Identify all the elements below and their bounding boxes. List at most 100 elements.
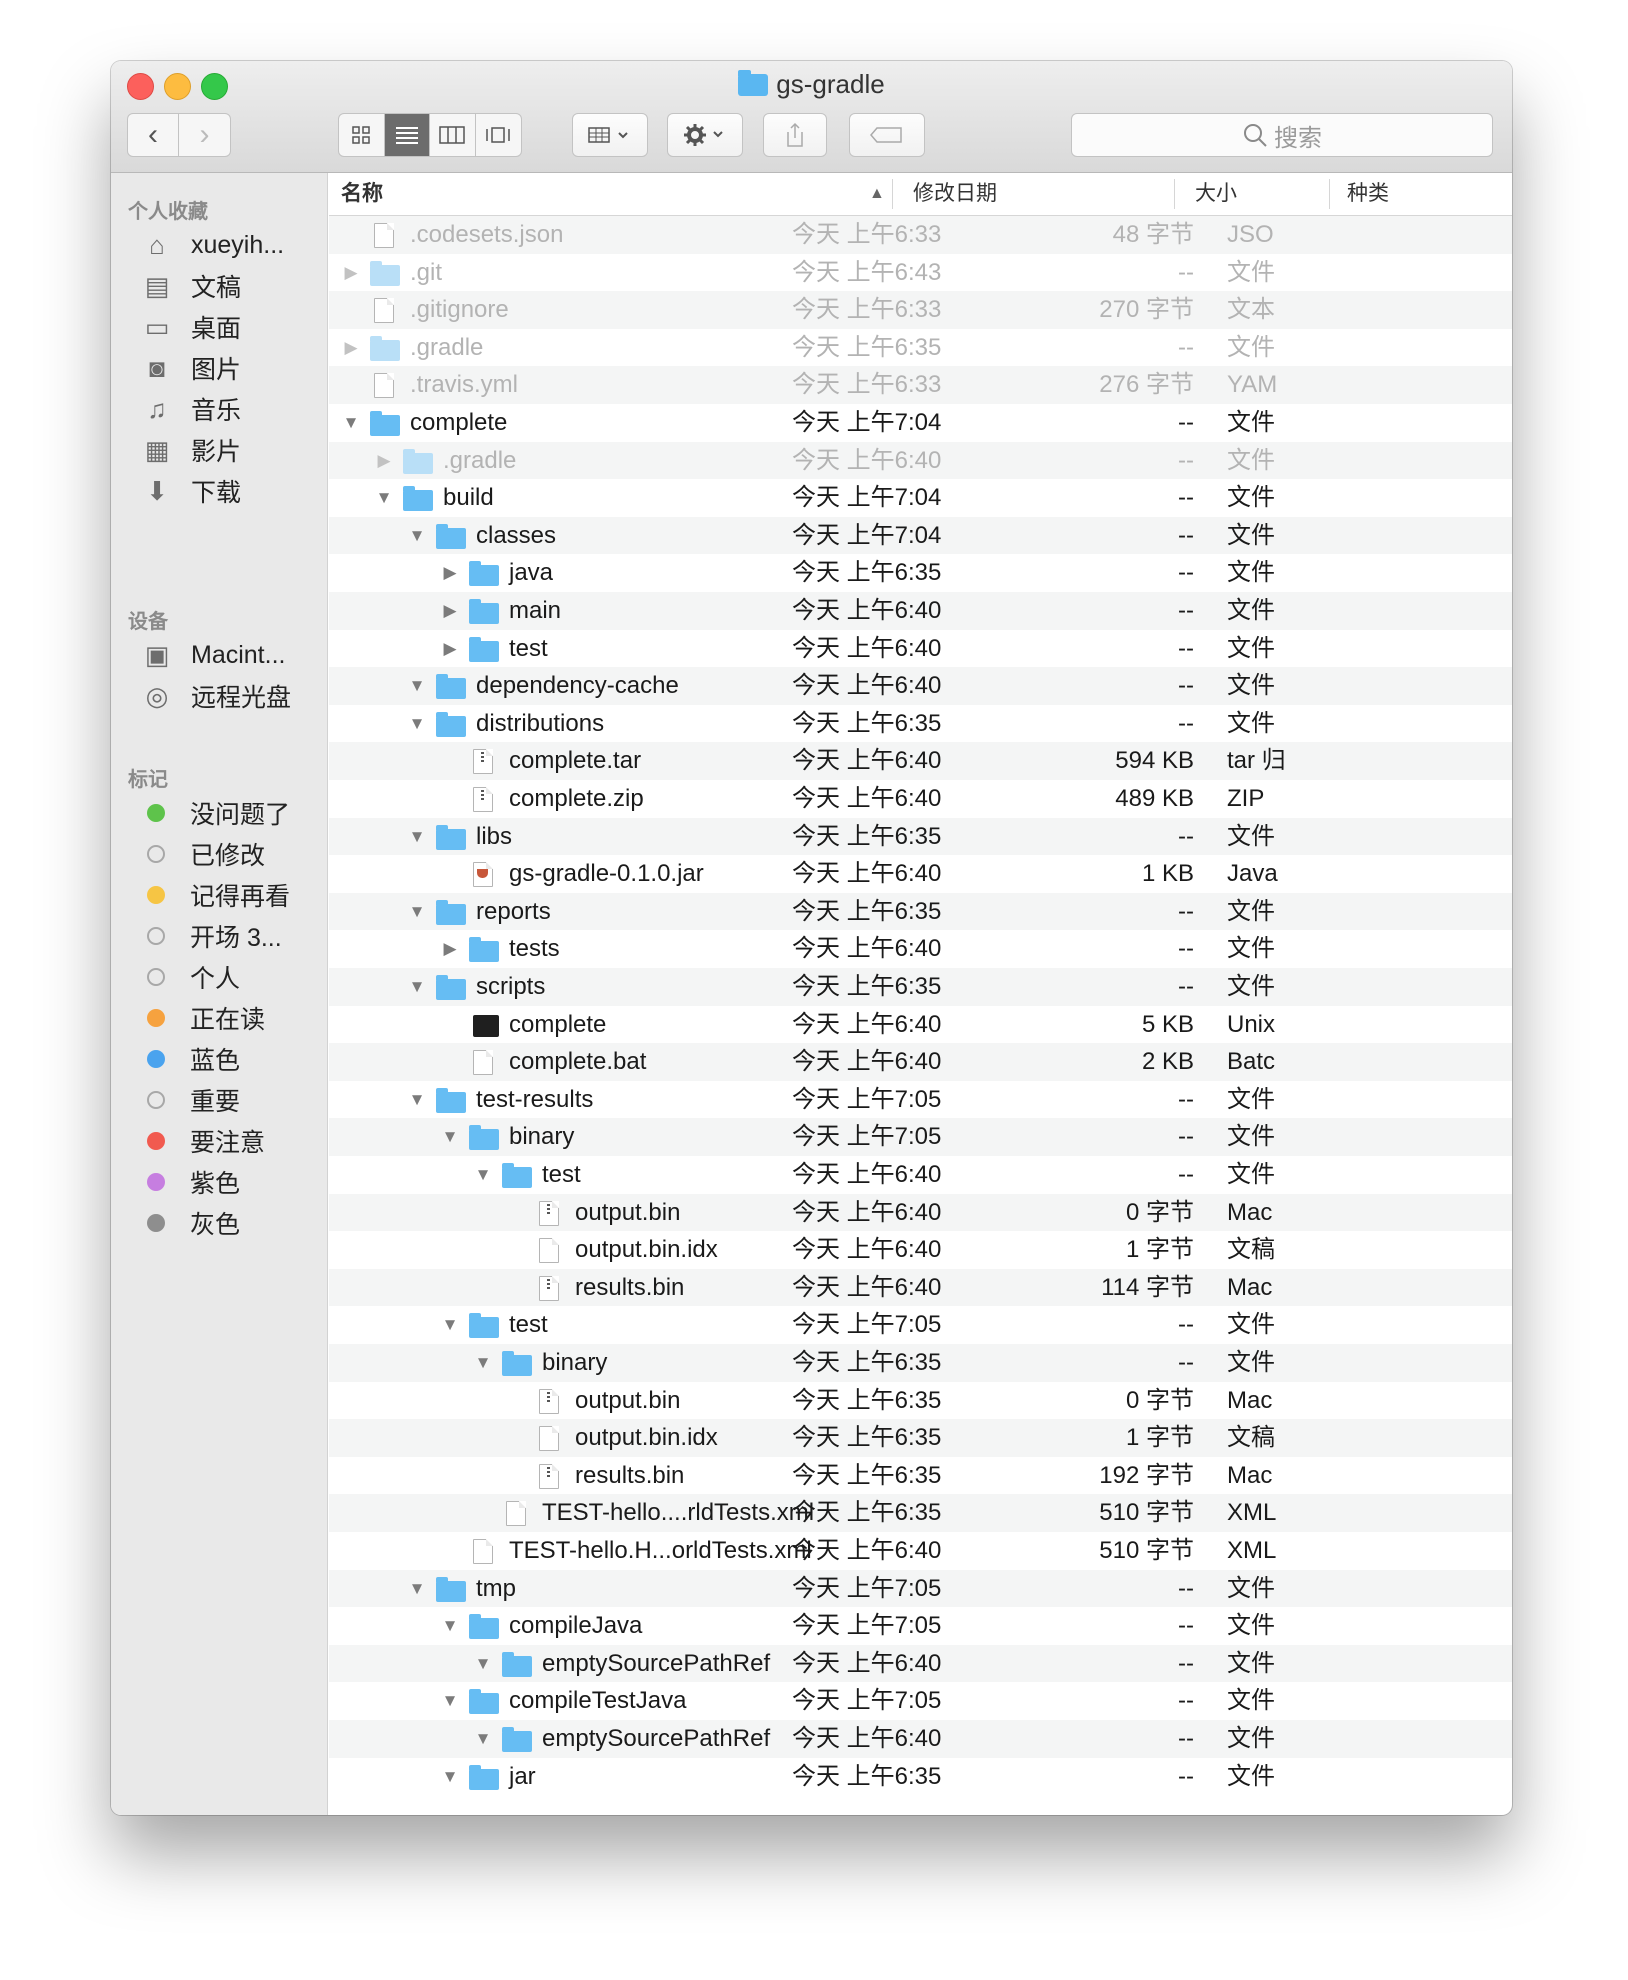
sidebar-tag-2[interactable]: 记得再看 [141,875,290,915]
sidebar-item--3[interactable]: ◙ 图片 [141,348,241,388]
file-row[interactable]: ▼ distributions 今天 上午6:35 -- 文件 [329,705,1512,743]
disclosure-expanded-icon[interactable]: ▼ [405,893,429,931]
sidebar-tag-9[interactable]: 紫色 [141,1162,240,1202]
disclosure-collapsed-icon[interactable]: ▶ [339,329,363,367]
sidebar-tag-4[interactable]: 个人 [141,957,240,997]
search-field[interactable]: 搜索 [1071,113,1493,157]
file-row[interactable]: output.bin.idx 今天 上午6:35 1 字节 文稿 [329,1419,1512,1457]
back-button[interactable]: ‹ [128,114,180,156]
sidebar-tag-0[interactable]: 没问题了 [141,793,290,833]
file-row[interactable]: gs-gradle-0.1.0.jar 今天 上午6:40 1 KB Java [329,855,1512,893]
file-row[interactable]: complete.tar 今天 上午6:40 594 KB tar 归 [329,742,1512,780]
disclosure-expanded-icon[interactable]: ▼ [405,1081,429,1119]
sidebar-item-xueyih-0[interactable]: ⌂ xueyih... [141,225,284,265]
file-row[interactable]: output.bin.idx 今天 上午6:40 1 字节 文稿 [329,1231,1512,1269]
disclosure-expanded-icon[interactable]: ▼ [438,1306,462,1344]
disclosure-expanded-icon[interactable]: ▼ [438,1118,462,1156]
disclosure-expanded-icon[interactable]: ▼ [405,1570,429,1608]
name-column-header[interactable]: 名称 [341,173,383,215]
file-row[interactable]: ▶ .gradle 今天 上午6:35 -- 文件 [329,329,1512,367]
sidebar-tag-6[interactable]: 蓝色 [141,1039,240,1079]
file-row[interactable]: .travis.yml 今天 上午6:33 276 字节 YAM [329,366,1512,404]
coverflow-view-button[interactable] [476,114,521,156]
disclosure-expanded-icon[interactable]: ▼ [471,1156,495,1194]
file-row[interactable]: complete.bat 今天 上午6:40 2 KB Batc [329,1043,1512,1081]
file-row[interactable]: ▼ jar 今天 上午6:35 -- 文件 [329,1758,1512,1796]
column-view-button[interactable] [430,114,476,156]
file-row[interactable]: ▼ binary 今天 上午7:05 -- 文件 [329,1118,1512,1156]
date-column-header[interactable]: 修改日期 [913,173,997,215]
sidebar-tag-7[interactable]: 重要 [141,1080,240,1120]
disclosure-collapsed-icon[interactable]: ▶ [372,442,396,480]
tag-button[interactable] [849,113,925,157]
sidebar-tag-8[interactable]: 要注意 [141,1121,265,1161]
file-row[interactable]: ▼ scripts 今天 上午6:35 -- 文件 [329,968,1512,1006]
file-row[interactable]: output.bin 今天 上午6:40 0 字节 Mac [329,1193,1512,1232]
file-row[interactable]: .gitignore 今天 上午6:33 270 字节 文本 [329,291,1512,329]
disclosure-expanded-icon[interactable]: ▼ [405,818,429,856]
file-row[interactable]: results.bin 今天 上午6:35 192 字节 Mac [329,1457,1512,1495]
disclosure-expanded-icon[interactable]: ▼ [438,1607,462,1645]
forward-button[interactable]: › [179,114,230,156]
file-row[interactable]: ▶ tests 今天 上午6:40 -- 文件 [329,930,1512,968]
file-row[interactable]: ▶ main 今天 上午6:40 -- 文件 [329,592,1512,630]
file-row[interactable]: ▼ libs 今天 上午6:35 -- 文件 [329,817,1512,856]
disclosure-collapsed-icon[interactable]: ▶ [438,554,462,592]
file-row[interactable]: ▼ classes 今天 上午7:04 -- 文件 [329,516,1512,555]
file-row[interactable]: TEST-hello.H...orldTests.xml 今天 上午6:40 510… [329,1532,1512,1570]
disclosure-expanded-icon[interactable]: ▼ [372,479,396,517]
sidebar-tag-10[interactable]: 灰色 [141,1203,240,1243]
disclosure-collapsed-icon[interactable]: ▶ [438,930,462,968]
sidebar-item-Macint-0[interactable]: ▣ Macint... [141,635,286,675]
share-button[interactable] [763,113,827,157]
disclosure-expanded-icon[interactable]: ▼ [339,404,363,442]
file-row[interactable]: ▼ test-results 今天 上午7:05 -- 文件 [329,1081,1512,1119]
disclosure-expanded-icon[interactable]: ▼ [471,1720,495,1758]
file-row[interactable]: ▶ .git 今天 上午6:43 -- 文件 [329,254,1512,292]
disclosure-expanded-icon[interactable]: ▼ [405,517,429,555]
file-row[interactable]: ▶ java 今天 上午6:35 -- 文件 [329,554,1512,592]
sidebar-item--2[interactable]: ▭ 桌面 [141,307,241,347]
file-row[interactable]: ▼ test 今天 上午6:40 -- 文件 [329,1156,1512,1194]
arrange-button[interactable] [572,113,648,157]
disclosure-collapsed-icon[interactable]: ▶ [339,254,363,292]
file-row[interactable]: ▼ emptySourcePathRef 今天 上午6:40 -- 文件 [329,1720,1512,1758]
file-row[interactable]: ▼ compileTestJava 今天 上午7:05 -- 文件 [329,1682,1512,1720]
file-row[interactable]: ▼ binary 今天 上午6:35 -- 文件 [329,1344,1512,1382]
sidebar-item--4[interactable]: ♫ 音乐 [141,389,241,429]
disclosure-collapsed-icon[interactable]: ▶ [438,592,462,630]
file-row[interactable]: ▼ dependency-cache 今天 上午6:40 -- 文件 [329,667,1512,705]
size-column-header[interactable]: 大小 [1195,173,1237,215]
file-row[interactable]: ▼ tmp 今天 上午7:05 -- 文件 [329,1569,1512,1608]
file-row[interactable]: ▼ complete 今天 上午7:04 -- 文件 [329,404,1512,442]
sidebar-item--1[interactable]: ▤ 文稿 [141,266,241,306]
sidebar-item--6[interactable]: ⬇ 下载 [141,471,241,511]
file-row[interactable]: ▼ build 今天 上午7:04 -- 文件 [329,479,1512,517]
disclosure-expanded-icon[interactable]: ▼ [405,667,429,705]
disclosure-expanded-icon[interactable]: ▼ [471,1645,495,1683]
file-row[interactable]: ▼ compileJava 今天 上午7:05 -- 文件 [329,1607,1512,1645]
file-row[interactable]: TEST-hello....rldTests.xml 今天 上午6:35 510 字… [329,1494,1512,1532]
sidebar-tag-1[interactable]: 已修改 [141,834,265,874]
disclosure-expanded-icon[interactable]: ▼ [438,1682,462,1720]
disclosure-expanded-icon[interactable]: ▼ [405,705,429,743]
file-row[interactable]: complete.zip 今天 上午6:40 489 KB ZIP [329,780,1512,818]
sidebar-item--5[interactable]: ▦ 影片 [141,430,241,470]
file-row[interactable]: ▼ test 今天 上午7:05 -- 文件 [329,1306,1512,1344]
file-row[interactable]: output.bin 今天 上午6:35 0 字节 Mac [329,1382,1512,1420]
file-row[interactable]: ▶ test 今天 上午6:40 -- 文件 [329,630,1512,668]
icon-view-button[interactable] [339,114,385,156]
sidebar-tag-5[interactable]: 正在读 [141,998,265,1038]
disclosure-expanded-icon[interactable]: ▼ [471,1344,495,1382]
sidebar-item--1[interactable]: ◎ 远程光盘 [141,676,291,716]
disclosure-expanded-icon[interactable]: ▼ [438,1758,462,1796]
file-row[interactable]: complete 今天 上午6:40 5 KB Unix [329,1006,1512,1044]
disclosure-collapsed-icon[interactable]: ▶ [438,630,462,668]
disclosure-expanded-icon[interactable]: ▼ [405,968,429,1006]
file-row[interactable]: ▼ emptySourcePathRef 今天 上午6:40 -- 文件 [329,1644,1512,1683]
kind-column-header[interactable]: 种类 [1347,173,1389,215]
file-row[interactable]: ▶ .gradle 今天 上午6:40 -- 文件 [329,441,1512,480]
sidebar-tag-3[interactable]: 开场 3... [141,916,282,956]
file-row[interactable]: ▼ reports 今天 上午6:35 -- 文件 [329,892,1512,931]
file-row[interactable]: results.bin 今天 上午6:40 114 字节 Mac [329,1268,1512,1307]
